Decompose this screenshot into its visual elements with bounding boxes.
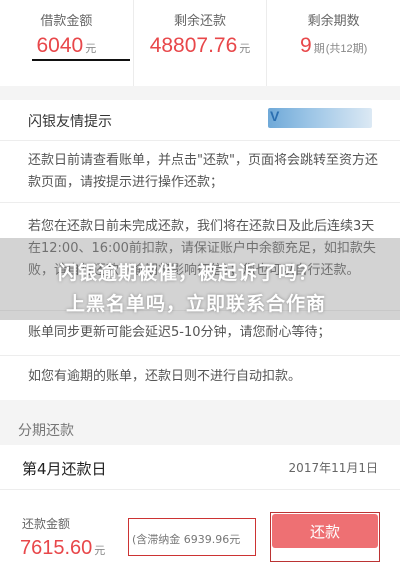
loan-amount-number: 6040 <box>36 34 84 57</box>
tip-paragraph-4: 如您有逾期的账单，还款日则不进行自动扣款。 <box>28 369 302 384</box>
remaining-periods-unit: 期 <box>313 43 325 55</box>
tip-paragraph-3: 账单同步更新可能会延迟5-10分钟，请您耐心等待； <box>28 325 331 340</box>
loan-amount-label: 借款金额 <box>40 14 93 29</box>
installment-period-row: 第4月还款日 2017年11月1日 <box>0 445 400 490</box>
remaining-periods-value: 9 期(共12期) <box>267 34 400 58</box>
repayment-amount-unit: 元 <box>94 545 106 557</box>
installment-due-date: 2017年11月1日 <box>288 461 378 475</box>
loan-amount-stat: 借款金额 6040 元 <box>0 0 134 86</box>
watermark-line-1: 闪银逾期被催，被起诉了吗？ <box>58 262 319 284</box>
promo-badge-logo: V <box>270 108 280 124</box>
remaining-periods-label: 剩余期数 <box>307 14 360 29</box>
divider <box>0 355 400 356</box>
installment-period-title: 第4月还款日 <box>22 460 107 478</box>
remaining-repayment-value: 48807.76 元 <box>134 34 267 58</box>
repayment-amount-label: 还款金额 <box>22 517 71 531</box>
promo-badge: V <box>268 108 372 128</box>
watermark-line-2: 上黑名单吗，立即联系合作商 <box>66 293 327 315</box>
total-periods-note: (共12期) <box>325 43 368 55</box>
remaining-repayment-unit: 元 <box>239 43 251 55</box>
remaining-repayment-stat: 剩余还款 48807.76 元 <box>134 0 268 86</box>
installments-section-label: 分期还款 <box>18 423 74 439</box>
loan-amount-unit: 元 <box>85 43 97 55</box>
divider <box>0 202 400 203</box>
repayment-amount-number: 7615.60 <box>20 537 93 559</box>
remaining-periods-stat: 剩余期数 9 期(共12期) <box>267 0 400 86</box>
tips-header: 闪银友情提示 V <box>0 100 400 141</box>
repay-button[interactable]: 还款 <box>272 514 378 548</box>
remaining-repayment-number: 48807.76 <box>149 34 238 57</box>
remaining-periods-number: 9 <box>300 34 312 57</box>
tip-paragraph-1: 还款日前请查看账单，并点击"还款"，页面将会跳转至资方还款页面，请按提示进行操作… <box>28 153 378 190</box>
highlight-underline <box>32 59 130 61</box>
repayment-amount-value: 7615.60 元 <box>20 537 105 560</box>
loan-summary: 借款金额 6040 元 剩余还款 48807.76 元 剩余期数 9 期(共12期) <box>0 0 400 86</box>
remaining-repayment-label: 剩余还款 <box>174 14 227 29</box>
loan-amount-value: 6040 元 <box>0 34 133 58</box>
tips-title: 闪银友情提示 <box>28 114 112 130</box>
late-fee-note: (含滞纳金 6939.96元 <box>132 533 241 546</box>
